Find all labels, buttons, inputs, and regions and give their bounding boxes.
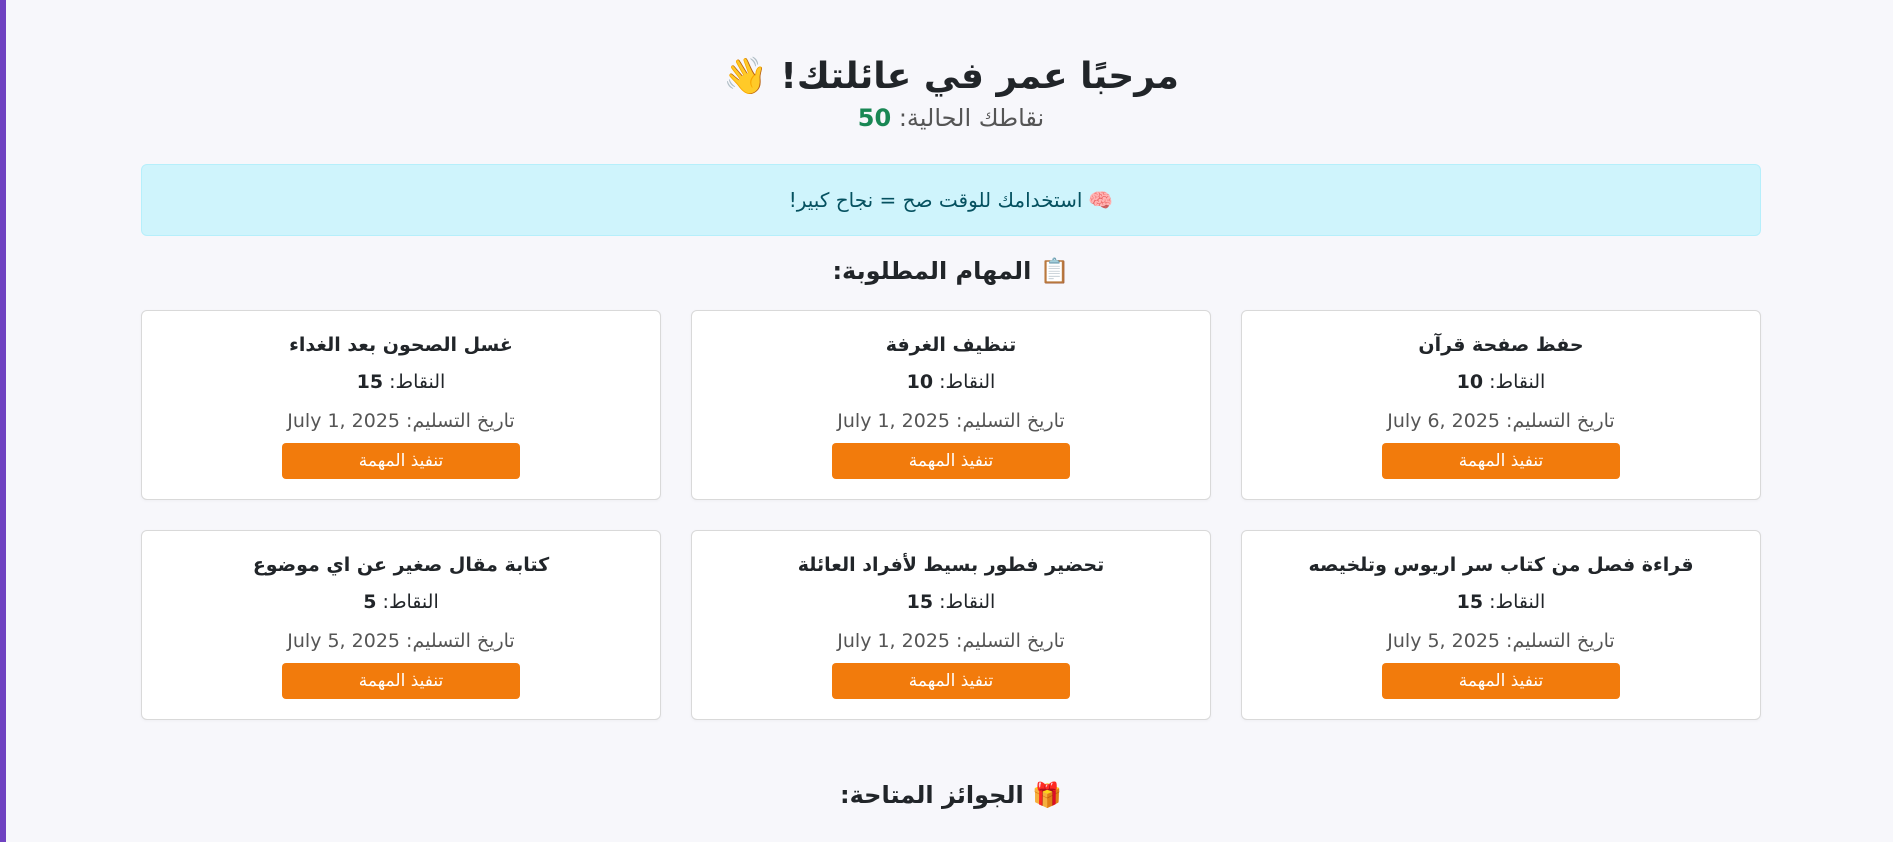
task-card: حفظ صفحة قرآن النقاط: 10 تاريخ التسليم: Ju… [1241,310,1761,500]
points-label: نقاطك الحالية: [898,104,1045,132]
task-card: قراءة فصل من كتاب سر اريوس وتلخيصه النقاط… [1241,530,1761,720]
task-card: كتابة مقال صغير عن اي موضوع النقاط: 5 تاري… [141,530,661,720]
side-accent-bar [0,0,6,842]
task-points-value: 15 [1456,591,1484,613]
tasks-grid: حفظ صفحة قرآن النقاط: 10 تاريخ التسليم: Ju… [141,310,1761,720]
current-points: نقاطك الحالية: 50 [141,102,1761,134]
execute-task-button[interactable]: تنفيذ المهمة [832,663,1070,699]
task-points-value: 10 [1456,371,1484,393]
execute-task-button[interactable]: تنفيذ المهمة [282,663,520,699]
task-points-value: 15 [906,591,934,613]
task-points-value: 5 [363,591,377,613]
task-points: النقاط: 15 [692,588,1210,616]
task-due-date: تاريخ التسليم: July 5, 2025 [142,627,660,655]
task-due-label: تاريخ التسليم: [1506,630,1615,652]
task-points-label: النقاط: [389,371,446,393]
task-due-label: تاريخ التسليم: [406,410,515,432]
task-title: غسل الصحون بعد الغداء [289,334,513,356]
task-points: النقاط: 15 [142,368,660,396]
main-container: مرحبًا عمر في عائلتك! 👋 نقاطك الحالية: 5… [141,0,1761,812]
task-due-value: July 5, 2025 [1387,630,1500,652]
waving-hand-icon: 👋 [723,56,768,97]
brain-icon: 🧠 [1088,188,1114,212]
welcome-text: مرحبًا عمر في عائلتك! [780,56,1179,97]
task-title: تنظيف الغرفة [885,334,1017,356]
task-due-value: July 6, 2025 [1387,410,1500,432]
task-points-label: النقاط: [939,591,996,613]
task-due-date: تاريخ التسليم: July 6, 2025 [1242,407,1760,435]
task-points-value: 15 [356,371,384,393]
task-points-label: النقاط: [1489,591,1546,613]
task-points-label: النقاط: [382,591,439,613]
execute-task-button[interactable]: تنفيذ المهمة [1382,443,1620,479]
execute-task-button[interactable]: تنفيذ المهمة [282,443,520,479]
task-due-label: تاريخ التسليم: [1506,410,1615,432]
points-value: 50 [857,104,892,132]
gift-icon: 🎁 [1032,781,1062,809]
task-due-date: تاريخ التسليم: July 5, 2025 [1242,627,1760,655]
task-due-label: تاريخ التسليم: [406,630,515,652]
task-points: النقاط: 10 [1242,368,1760,396]
task-due-date: تاريخ التسليم: July 1, 2025 [692,407,1210,435]
task-title: تحضير فطور بسيط لأفراد العائلة [797,554,1105,576]
task-points: النقاط: 15 [1242,588,1760,616]
tasks-section-title: 📋 المهام المطلوبة: [141,254,1761,288]
page-title: مرحبًا عمر في عائلتك! 👋 [141,52,1761,102]
rewards-section-title: 🎁 الجوائز المتاحة: [141,778,1761,812]
task-title: كتابة مقال صغير عن اي موضوع [252,554,550,576]
tasks-title-text: المهام المطلوبة: [832,257,1032,285]
rewards-title-text: الجوائز المتاحة: [840,781,1024,809]
task-points: النقاط: 10 [692,368,1210,396]
task-points-label: النقاط: [1489,371,1546,393]
tip-alert: 🧠 استخدامك للوقت صح = نجاح كبير! [141,164,1761,236]
task-due-value: July 1, 2025 [837,630,950,652]
task-due-value: July 5, 2025 [287,630,400,652]
task-points-label: النقاط: [939,371,996,393]
task-due-date: تاريخ التسليم: July 1, 2025 [692,627,1210,655]
task-due-date: تاريخ التسليم: July 1, 2025 [142,407,660,435]
task-due-value: July 1, 2025 [837,410,950,432]
clipboard-icon: 📋 [1039,257,1070,285]
tip-text: استخدامك للوقت صح = نجاح كبير! [788,188,1083,212]
task-card: تنظيف الغرفة النقاط: 10 تاريخ التسليم: Jul… [691,310,1211,500]
task-card: غسل الصحون بعد الغداء النقاط: 15 تاريخ الت… [141,310,661,500]
task-title: قراءة فصل من كتاب سر اريوس وتلخيصه [1308,554,1694,576]
task-title: حفظ صفحة قرآن [1418,334,1584,356]
task-due-label: تاريخ التسليم: [956,630,1065,652]
task-due-label: تاريخ التسليم: [956,410,1065,432]
task-card: تحضير فطور بسيط لأفراد العائلة النقاط: 15… [691,530,1211,720]
task-points-value: 10 [906,371,934,393]
execute-task-button[interactable]: تنفيذ المهمة [1382,663,1620,699]
task-points: النقاط: 5 [142,588,660,616]
execute-task-button[interactable]: تنفيذ المهمة [832,443,1070,479]
task-due-value: July 1, 2025 [287,410,400,432]
